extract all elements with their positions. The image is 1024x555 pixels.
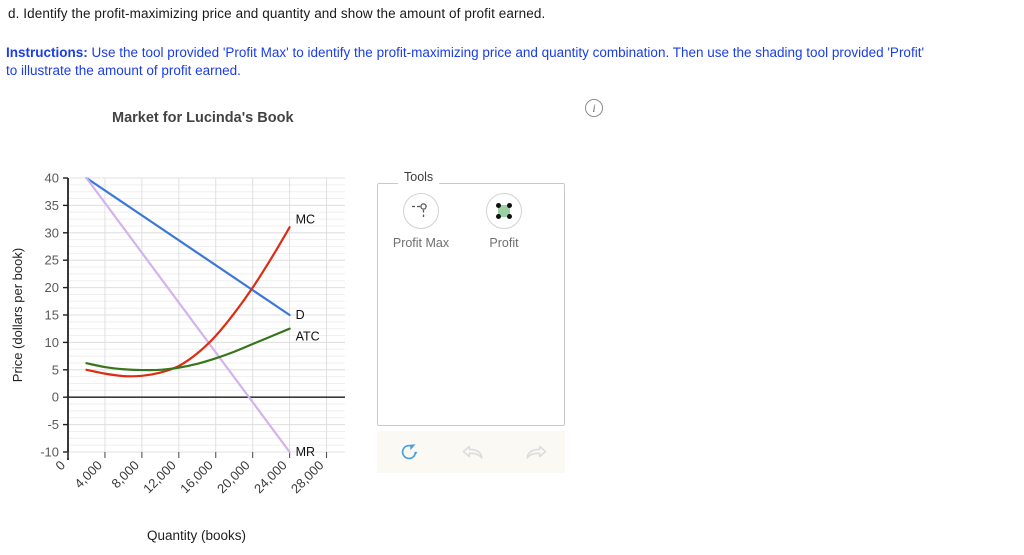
tool-profit-max[interactable]: Profit Max	[378, 193, 464, 250]
instructions-label: Instructions:	[6, 45, 88, 60]
chart-title: Market for Lucinda's Book	[112, 110, 294, 126]
profit-shade-icon-circle	[486, 193, 522, 229]
y-tick-label: 35	[45, 198, 59, 213]
undo-arrow-icon	[462, 445, 483, 459]
y-tick-label: 10	[45, 335, 59, 350]
redo-button[interactable]	[522, 439, 550, 465]
tool-profit-label: Profit	[489, 236, 519, 250]
x-tick-label: 16,000	[177, 458, 216, 497]
x-tick-label: 0	[52, 458, 68, 474]
undo-button[interactable]	[459, 439, 487, 465]
chart-action-bar	[377, 431, 565, 473]
profit-max-icon	[412, 203, 427, 217]
profit-max-icon-circle	[403, 193, 439, 229]
instructions-block: Instructions: Use the tool provided 'Pro…	[6, 44, 936, 80]
reset-button[interactable]	[395, 439, 423, 465]
y-tick-label: 40	[45, 171, 59, 186]
series-label-mr: MR	[296, 445, 315, 459]
redo-arrow-icon	[526, 445, 547, 459]
y-tick-label: 30	[45, 225, 59, 240]
y-tick-label: -5	[47, 417, 59, 432]
tools-panel-legend: Tools	[398, 170, 440, 184]
x-tick-label: 28,000	[288, 458, 327, 497]
series-label-mc: MC	[296, 212, 315, 226]
y-axis-label: Price (dollars per book)	[10, 248, 25, 382]
y-tick-label: 25	[45, 253, 59, 268]
y-tick-label: 0	[52, 390, 59, 405]
question-prompt: d. Identify the profit-maximizing price …	[8, 6, 546, 21]
x-axis-label: Quantity (books)	[147, 528, 246, 543]
x-tick-label: 24,000	[251, 458, 290, 497]
series-label-d: D	[296, 308, 305, 322]
y-tick-label: -10	[40, 445, 59, 460]
y-tick-label: 15	[45, 308, 59, 323]
tool-profit-max-label: Profit Max	[392, 236, 450, 250]
y-tick-label: 5	[52, 362, 59, 377]
market-chart[interactable]: 4035302520151050-5-100 4,000 8,00012,00016…	[0, 150, 400, 550]
profit-shade-icon	[496, 203, 512, 219]
y-tick-label: 20	[45, 280, 59, 295]
reset-icon	[401, 444, 418, 460]
x-tick-label: 12,000	[140, 458, 179, 497]
exercise-page: d. Identify the profit-maximizing price …	[0, 0, 1024, 555]
series-label-atc: ATC	[296, 330, 320, 344]
x-tick-label: 20,000	[214, 458, 253, 497]
x-tick-label: 4,000	[71, 458, 105, 492]
info-icon[interactable]: i	[585, 99, 603, 117]
tool-profit[interactable]: Profit	[461, 193, 547, 250]
instructions-body: Use the tool provided 'Profit Max' to id…	[6, 45, 925, 78]
x-tick-label: 8,000	[108, 458, 142, 492]
